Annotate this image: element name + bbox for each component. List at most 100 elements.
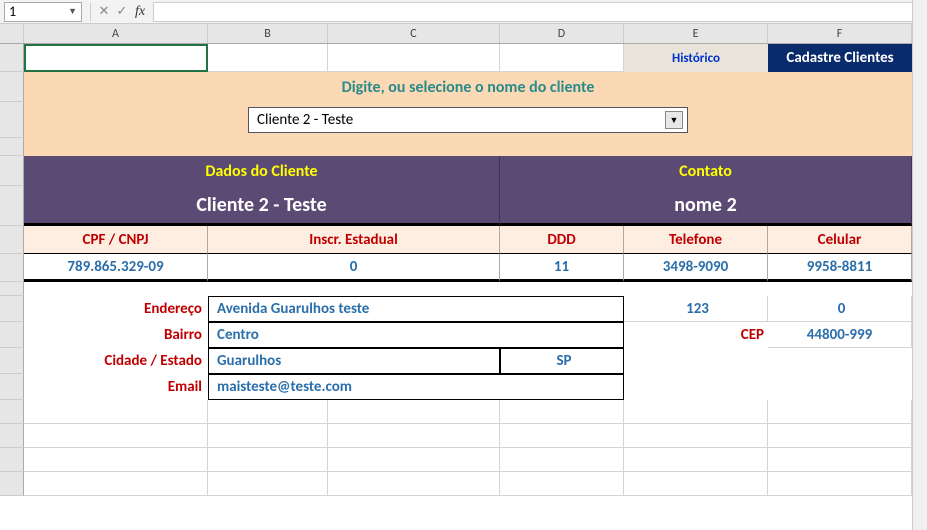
col-header-f[interactable]: F [768,24,912,43]
row-header[interactable] [0,296,24,322]
cell[interactable] [208,472,328,496]
cell[interactable] [768,448,912,472]
label-bairro: Bairro [24,322,208,348]
cell[interactable] [328,44,500,72]
row-header[interactable] [0,44,24,72]
value-complemento[interactable]: 0 [768,296,912,322]
cell[interactable] [328,472,500,496]
label-email: Email [24,374,208,400]
cell[interactable] [768,400,912,424]
client-dropdown[interactable]: Cliente 2 - Teste ▼ [248,107,688,133]
label-telefone: Telefone [624,226,768,254]
col-header-c[interactable]: C [328,24,500,43]
cancel-icon[interactable]: ✕ [95,3,113,21]
divider [90,3,91,21]
cell[interactable] [768,472,912,496]
row-header[interactable] [0,72,24,102]
value-celular[interactable]: 9958-8811 [768,254,912,282]
formula-bar: 1 ▼ ✕ ✓ fx [0,0,927,24]
cell[interactable] [208,448,328,472]
cell[interactable] [624,448,768,472]
cadastre-clientes-button[interactable]: Cadastre Clientes [768,44,912,72]
client-dropdown-value: Cliente 2 - Teste [257,111,353,129]
label-cidade-estado: Cidade / Estado [24,348,208,374]
row-header[interactable] [0,322,24,348]
name-box[interactable]: 1 ▼ [4,2,82,22]
cell[interactable] [208,400,328,424]
cell[interactable] [624,374,768,400]
value-email[interactable]: maisteste@teste.com [208,374,624,400]
fx-icon[interactable]: fx [131,3,149,21]
cell[interactable] [208,424,328,448]
select-all-corner[interactable] [0,24,24,43]
row-header[interactable] [0,472,24,496]
row-header[interactable] [0,400,24,424]
value-ddd[interactable]: 11 [500,254,624,282]
col-header-a[interactable]: A [24,24,208,43]
cell[interactable] [500,472,624,496]
label-endereco: Endereço [24,296,208,322]
value-endereco[interactable]: Avenida Guarulhos teste [208,296,624,322]
worksheet: Histórico Cadastre Clientes Digite, ou s… [0,44,927,496]
value-cep[interactable]: 44800-999 [768,322,912,348]
spacer [24,282,912,296]
col-header-d[interactable]: D [500,24,624,43]
cell[interactable] [500,448,624,472]
value-bairro[interactable]: Centro [208,322,624,348]
cell[interactable] [328,448,500,472]
value-cidade[interactable]: Guarulhos [208,348,500,374]
cell[interactable] [24,424,208,448]
cell[interactable] [24,448,208,472]
row-header[interactable] [0,348,24,374]
confirm-icon[interactable]: ✓ [113,3,131,21]
label-cpf-cnpj: CPF / CNPJ [24,226,208,254]
historico-button[interactable]: Histórico [624,44,768,72]
cell[interactable] [500,400,624,424]
formula-input[interactable] [153,2,923,22]
value-telefone[interactable]: 3498-9090 [624,254,768,282]
cell[interactable] [500,424,624,448]
row-header[interactable] [0,254,24,282]
cell[interactable] [500,44,624,72]
row-header[interactable] [0,186,24,226]
prompt-banner: Digite, ou selecione o nome do cliente [24,72,912,102]
chevron-down-icon[interactable]: ▼ [665,111,683,129]
cell[interactable] [768,424,912,448]
cell[interactable] [24,472,208,496]
column-headers: A B C D E F [0,24,927,44]
cell[interactable] [768,374,912,400]
banner-filler [24,138,912,156]
row-header[interactable] [0,374,24,400]
value-numero[interactable]: 123 [624,296,768,322]
cell[interactable] [624,424,768,448]
row-header[interactable] [0,448,24,472]
value-inscr-estadual[interactable]: 0 [208,254,500,282]
vertical-scrollbar[interactable] [912,0,927,530]
label-ddd: DDD [500,226,624,254]
name-box-value: 1 [9,3,16,20]
cell[interactable] [208,44,328,72]
cell[interactable] [768,348,912,374]
client-dropdown-wrap: Cliente 2 - Teste ▼ [24,102,912,138]
cell[interactable] [624,400,768,424]
row-header[interactable] [0,282,24,296]
cell-a1-selected[interactable] [24,44,208,72]
value-estado[interactable]: SP [500,348,624,374]
cell[interactable] [328,400,500,424]
row-header[interactable] [0,102,24,138]
row-header[interactable] [0,138,24,156]
cell[interactable] [24,400,208,424]
cell[interactable] [624,472,768,496]
cell[interactable] [328,424,500,448]
client-name: Cliente 2 - Teste [24,186,500,226]
contact-name: nome 2 [500,186,912,226]
chevron-down-icon[interactable]: ▼ [68,6,77,17]
col-header-b[interactable]: B [208,24,328,43]
label-celular: Celular [768,226,912,254]
value-cpf-cnpj[interactable]: 789.865.329-09 [24,254,208,282]
row-header[interactable] [0,226,24,254]
cell[interactable] [624,348,768,374]
row-header[interactable] [0,424,24,448]
row-header[interactable] [0,156,24,186]
col-header-e[interactable]: E [624,24,768,43]
